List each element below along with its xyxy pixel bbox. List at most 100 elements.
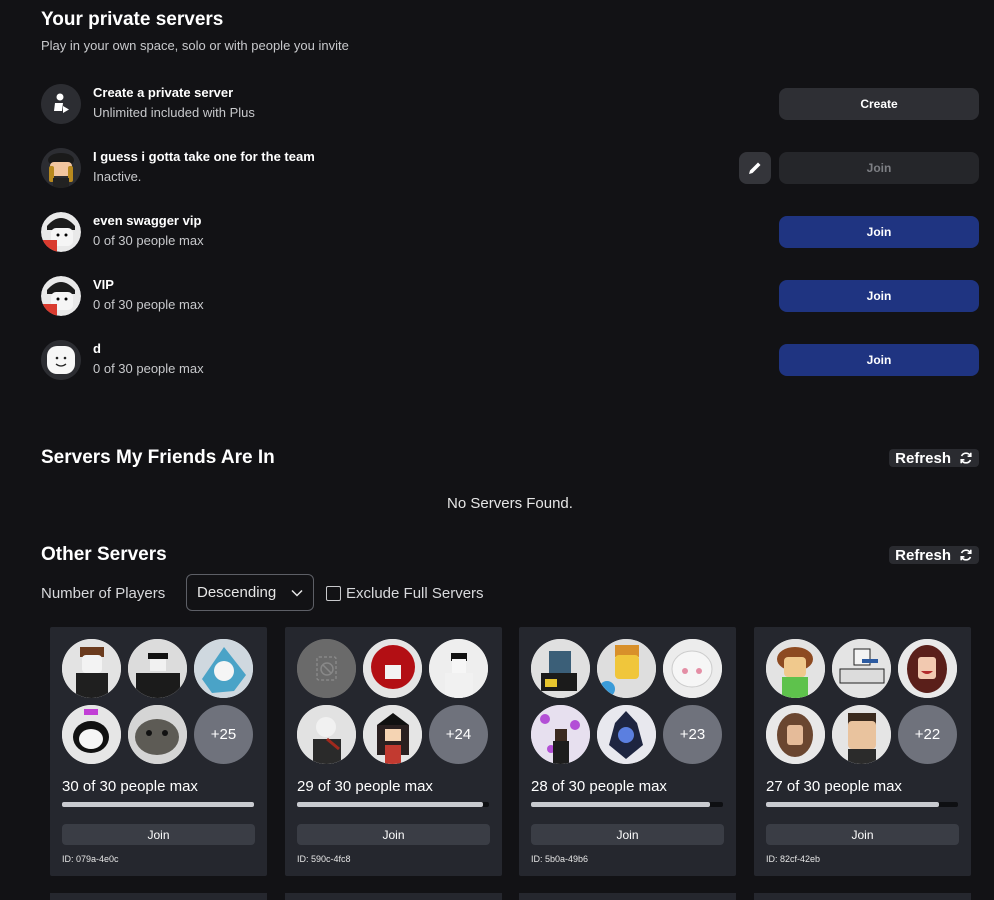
server-player-count: 0 of 30 people max	[93, 361, 204, 376]
player-avatar	[832, 639, 891, 698]
server-avatar	[41, 212, 81, 252]
create-server-meta: Unlimited included with Plus	[93, 105, 255, 120]
join-button[interactable]: Join	[779, 280, 979, 312]
player-avatar	[898, 639, 957, 698]
create-private-server-row: Create a private server Unlimited includ…	[41, 84, 979, 128]
capacity-bar-fill	[297, 802, 483, 807]
server-id: ID: 5b0a-49b6	[531, 854, 589, 864]
player-avatar	[597, 639, 656, 698]
more-players-badge: +23	[663, 705, 722, 764]
private-server-row: VIP 0 of 30 people max Join	[41, 276, 979, 320]
player-avatar	[531, 705, 590, 764]
player-avatar	[531, 639, 590, 698]
capacity-bar	[531, 802, 723, 807]
pencil-icon	[749, 162, 761, 174]
sort-label: Number of Players	[41, 585, 166, 602]
create-server-title: Create a private server	[93, 85, 234, 100]
player-avatars: +24	[297, 639, 490, 764]
more-players-badge: +24	[429, 705, 488, 764]
join-server-button[interactable]: Join	[766, 824, 959, 845]
join-button-disabled[interactable]: Join	[779, 152, 979, 184]
more-players-badge: +25	[194, 705, 253, 764]
player-count: 29 of 30 people max	[297, 778, 433, 795]
join-button[interactable]: Join	[779, 216, 979, 248]
exclude-full-label: Exclude Full Servers	[346, 585, 484, 602]
private-servers-subtitle: Play in your own space, solo or with peo…	[41, 38, 349, 53]
server-name: I guess i gotta take one for the team	[93, 149, 315, 164]
server-card: +25 30 of 30 people max Join ID: 079a-4e…	[50, 627, 267, 876]
server-avatar	[41, 340, 81, 380]
refresh-label: Refresh	[895, 449, 951, 467]
edit-server-button[interactable]	[739, 152, 771, 184]
private-servers-title: Your private servers	[41, 9, 224, 30]
player-avatar	[429, 639, 488, 698]
player-avatar	[663, 639, 722, 698]
private-server-row: d 0 of 30 people max Join	[41, 340, 979, 384]
player-avatar	[128, 705, 187, 764]
server-card	[50, 893, 267, 900]
friends-refresh-button[interactable]: Refresh	[889, 449, 979, 467]
player-avatar	[832, 705, 891, 764]
join-server-button[interactable]: Join	[297, 824, 490, 845]
join-button[interactable]: Join	[779, 344, 979, 376]
player-avatar	[62, 705, 121, 764]
exclude-full-checkbox[interactable]	[326, 586, 341, 601]
server-card	[754, 893, 971, 900]
server-id: ID: 82cf-42eb	[766, 854, 821, 864]
server-player-count: 0 of 30 people max	[93, 233, 204, 248]
capacity-bar-fill	[766, 802, 939, 807]
no-servers-message: No Servers Found.	[447, 495, 573, 512]
server-name: even swagger vip	[93, 213, 202, 228]
join-server-button[interactable]: Join	[62, 824, 255, 845]
chevron-down-icon	[291, 589, 303, 597]
server-id: ID: 590c-4fc8	[297, 854, 351, 864]
player-avatars: +25	[62, 639, 255, 764]
player-avatar	[363, 639, 422, 698]
server-list-page: Your private servers Play in your own sp…	[0, 0, 994, 900]
server-card	[519, 893, 736, 900]
server-card	[285, 893, 502, 900]
server-name: VIP	[93, 277, 114, 292]
server-card: +24 29 of 30 people max Join ID: 590c-4f…	[285, 627, 502, 876]
player-avatar	[62, 639, 121, 698]
create-server-button[interactable]: Create	[779, 88, 979, 120]
refresh-icon	[960, 549, 972, 561]
capacity-bar-fill	[62, 802, 254, 807]
server-card: +23 28 of 30 people max Join ID: 5b0a-49…	[519, 627, 736, 876]
player-avatar	[297, 705, 356, 764]
player-count: 28 of 30 people max	[531, 778, 667, 795]
player-avatars: +23	[531, 639, 724, 764]
server-player-count: 0 of 30 people max	[93, 297, 204, 312]
player-avatar	[766, 705, 825, 764]
server-status: Inactive.	[93, 169, 142, 184]
server-avatar	[41, 148, 81, 188]
player-avatars: +22	[766, 639, 959, 764]
private-server-row: even swagger vip 0 of 30 people max Join	[41, 212, 979, 256]
player-avatar	[766, 639, 825, 698]
capacity-bar-fill	[531, 802, 711, 807]
more-players-badge: +22	[898, 705, 957, 764]
capacity-bar	[297, 802, 489, 807]
player-count: 27 of 30 people max	[766, 778, 902, 795]
capacity-bar	[62, 802, 254, 807]
blocked-avatar-icon	[297, 639, 356, 698]
server-name: d	[93, 341, 101, 356]
server-id: ID: 079a-4e0c	[62, 854, 119, 864]
player-avatar	[128, 639, 187, 698]
friends-servers-title: Servers My Friends Are In	[41, 447, 275, 468]
capacity-bar	[766, 802, 958, 807]
server-avatar	[41, 276, 81, 316]
player-count: 30 of 30 people max	[62, 778, 198, 795]
player-avatar	[597, 705, 656, 764]
refresh-label: Refresh	[895, 546, 951, 564]
player-avatar	[363, 705, 422, 764]
create-server-icon	[41, 84, 81, 124]
other-refresh-button[interactable]: Refresh	[889, 546, 979, 564]
exclude-full-servers-toggle[interactable]: Exclude Full Servers	[326, 585, 484, 602]
server-card: +22 27 of 30 people max Join ID: 82cf-42…	[754, 627, 971, 876]
sort-dropdown[interactable]: Descending	[186, 574, 314, 611]
player-avatar	[194, 639, 253, 698]
sort-value: Descending	[197, 584, 277, 601]
join-server-button[interactable]: Join	[531, 824, 724, 845]
other-servers-title: Other Servers	[41, 544, 167, 565]
